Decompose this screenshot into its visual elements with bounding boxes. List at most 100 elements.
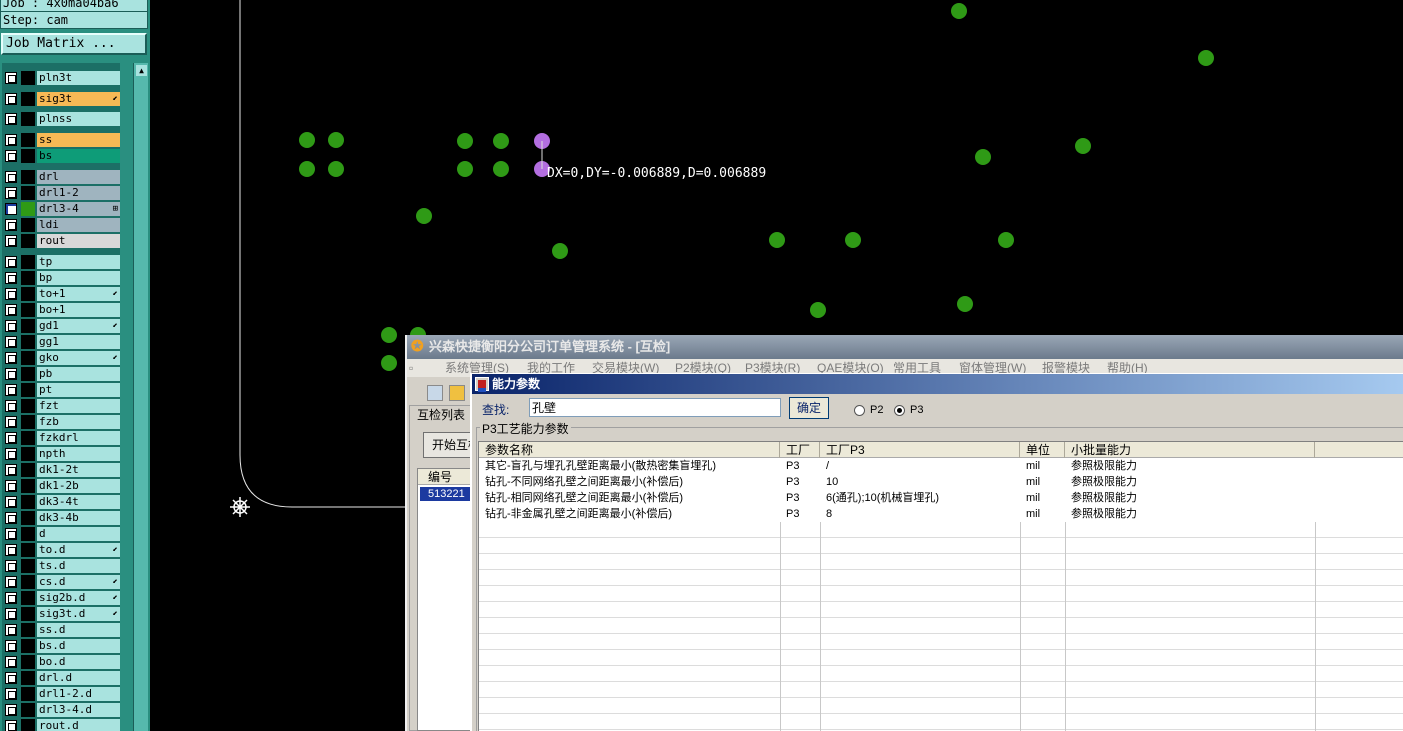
layer-row-dk3-4t[interactable]: dk3-4t: [2, 495, 120, 509]
col-small-batch[interactable]: 小批量能力: [1065, 442, 1315, 458]
pad[interactable]: [381, 355, 397, 371]
layer-row-to-d[interactable]: to.d ⬋: [2, 543, 120, 557]
id-column-header[interactable]: 编号: [418, 469, 474, 485]
layer-row-bo-d[interactable]: bo.d: [2, 655, 120, 669]
layer-color-swatch[interactable]: [21, 527, 35, 541]
layer-color-swatch[interactable]: [21, 511, 35, 525]
layer-name[interactable]: to+1 ⬋: [37, 287, 120, 301]
layer-name[interactable]: drl1-2.d: [37, 687, 120, 701]
layer-color-swatch[interactable]: [21, 607, 35, 621]
layer-color-swatch[interactable]: [21, 186, 35, 200]
layer-row-pt[interactable]: pt: [2, 383, 120, 397]
layer-row-drl1-2-d[interactable]: drl1-2.d: [2, 687, 120, 701]
cell-param-name[interactable]: 钻孔-非金属孔壁之间距离最小(补偿后): [479, 506, 780, 522]
layer-checkbox[interactable]: [5, 544, 17, 556]
col-param-name[interactable]: 参数名称: [479, 442, 780, 458]
layer-color-swatch[interactable]: [21, 149, 35, 163]
job-matrix-button[interactable]: Job Matrix ...: [1, 33, 147, 55]
layer-color-swatch[interactable]: [21, 687, 35, 701]
layer-color-swatch[interactable]: [21, 719, 35, 731]
layer-name[interactable]: rout.d: [37, 719, 120, 731]
cell-factory[interactable]: P3: [780, 506, 820, 522]
id-row-selected[interactable]: 513221: [420, 487, 472, 501]
layer-color-swatch[interactable]: [21, 170, 35, 184]
table-row[interactable]: 其它-盲孔与埋孔孔壁距离最小(散热密集盲埋孔) P3/mil 参照极限能力: [479, 458, 1403, 474]
layer-name[interactable]: plnss: [37, 112, 120, 126]
cell-factory-p3[interactable]: 10: [820, 474, 1020, 490]
layer-row-rout[interactable]: rout: [2, 234, 120, 248]
layer-color-swatch[interactable]: [21, 133, 35, 147]
layer-row-ldi[interactable]: ldi: [2, 218, 120, 232]
layer-name[interactable]: rout: [37, 234, 120, 248]
layer-row-rout-d[interactable]: rout.d: [2, 719, 120, 731]
layer-name[interactable]: drl3-4 ⊞: [37, 202, 120, 216]
layer-checkbox[interactable]: [5, 496, 17, 508]
layer-row-sig3t[interactable]: sig3t ⬋: [2, 92, 120, 106]
layer-color-swatch[interactable]: [21, 367, 35, 381]
layer-checkbox[interactable]: [5, 448, 17, 460]
table-row[interactable]: 钻孔-非金属孔壁之间距离最小(补偿后) P3 8 mil 参照极限能力: [479, 506, 1403, 522]
layer-row-pb[interactable]: pb: [2, 367, 120, 381]
layer-row-drl[interactable]: drl: [2, 170, 120, 184]
layer-checkbox[interactable]: [5, 720, 17, 731]
pad[interactable]: [951, 3, 967, 19]
layer-name[interactable]: d: [37, 527, 120, 541]
layer-row-drl3-4-d[interactable]: drl3-4.d: [2, 703, 120, 717]
layer-name[interactable]: drl: [37, 170, 120, 184]
layer-checkbox[interactable]: [5, 272, 17, 284]
start-check-button[interactable]: 开始互检: [423, 432, 473, 458]
toolbar-window-icon[interactable]: [427, 385, 443, 401]
cell-param-name[interactable]: 钻孔-相同网络孔壁之间距离最小(补偿后): [479, 490, 780, 506]
layer-row-dk3-4b[interactable]: dk3-4b: [2, 511, 120, 525]
layer-checkbox[interactable]: [5, 352, 17, 364]
layer-color-swatch[interactable]: [21, 287, 35, 301]
layer-row-fzkdrl[interactable]: fzkdrl: [2, 431, 120, 445]
layer-name[interactable]: pb: [37, 367, 120, 381]
table-row[interactable]: 钻孔-不同网络孔壁之间距离最小(补偿后) P3 10 mil 参照极限能力: [479, 474, 1403, 490]
layer-color-swatch[interactable]: [21, 623, 35, 637]
layer-color-swatch[interactable]: [21, 591, 35, 605]
cell-small-batch[interactable]: 参照极限能力: [1065, 490, 1315, 506]
layer-name[interactable]: cs.d ⬋: [37, 575, 120, 589]
layer-color-swatch[interactable]: [21, 399, 35, 413]
pad[interactable]: [328, 161, 344, 177]
pad[interactable]: [998, 232, 1014, 248]
layer-name[interactable]: ts.d: [37, 559, 120, 573]
layer-color-swatch[interactable]: [21, 655, 35, 669]
layer-checkbox[interactable]: [5, 256, 17, 268]
layer-checkbox[interactable]: [5, 134, 17, 146]
layer-name[interactable]: fzb: [37, 415, 120, 429]
layer-name[interactable]: gg1: [37, 335, 120, 349]
layer-row-bs[interactable]: bs: [2, 149, 120, 163]
layer-checkbox[interactable]: [5, 320, 17, 332]
layer-row-ss-d[interactable]: ss.d: [2, 623, 120, 637]
col-factory[interactable]: 工厂: [780, 442, 820, 458]
layer-name[interactable]: sig2b.d ⬋: [37, 591, 120, 605]
layer-color-swatch[interactable]: [21, 112, 35, 126]
layer-checkbox[interactable]: [5, 592, 17, 604]
layer-checkbox[interactable]: [5, 150, 17, 162]
layer-color-swatch[interactable]: [21, 431, 35, 445]
layer-color-swatch[interactable]: [21, 92, 35, 106]
pad[interactable]: [845, 232, 861, 248]
layer-name[interactable]: drl1-2: [37, 186, 120, 200]
layer-color-swatch[interactable]: [21, 415, 35, 429]
layer-color-swatch[interactable]: [21, 703, 35, 717]
layer-row-dk1-2b[interactable]: dk1-2b: [2, 479, 120, 493]
pad[interactable]: [957, 296, 973, 312]
layer-color-swatch[interactable]: [21, 234, 35, 248]
layer-color-swatch[interactable]: [21, 479, 35, 493]
cell-unit[interactable]: mil: [1020, 458, 1065, 474]
pad[interactable]: [975, 149, 991, 165]
layer-checkbox[interactable]: [5, 624, 17, 636]
layer-name[interactable]: dk1-2b: [37, 479, 120, 493]
cell-factory[interactable]: P3: [780, 490, 820, 506]
pad[interactable]: [493, 133, 509, 149]
layer-row-bs-d[interactable]: bs.d: [2, 639, 120, 653]
layer-checkbox[interactable]: [5, 656, 17, 668]
layer-row-ss[interactable]: ss: [2, 133, 120, 147]
layer-row-drl-d[interactable]: drl.d: [2, 671, 120, 685]
layer-name[interactable]: ss.d: [37, 623, 120, 637]
layer-checkbox[interactable]: [5, 187, 17, 199]
pad[interactable]: [299, 132, 315, 148]
